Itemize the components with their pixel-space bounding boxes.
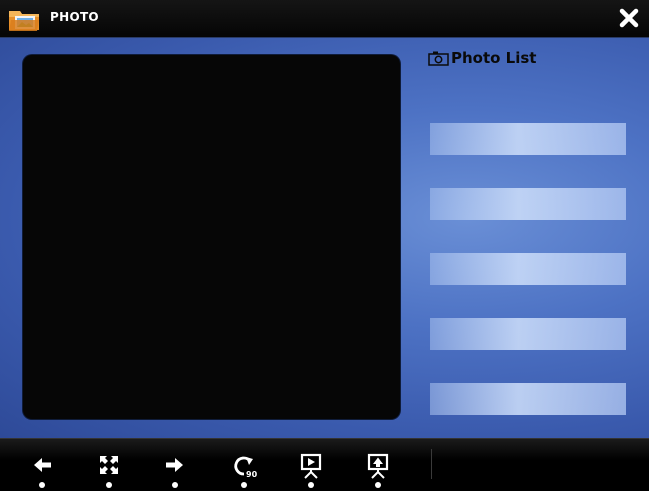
photo-list-slot[interactable] (430, 123, 626, 155)
window-title: PHOTO (50, 10, 99, 24)
main-area: Photo List (0, 38, 649, 438)
arrow-left-icon (34, 458, 51, 472)
set-background-button[interactable] (363, 451, 393, 489)
indicator-dot (106, 482, 112, 488)
photo-list-slot[interactable] (430, 188, 626, 220)
photo-list-title: Photo List (451, 49, 537, 67)
photo-app-window: PHOTO Photo List 90 (0, 0, 649, 491)
slideshow-button[interactable] (296, 451, 326, 489)
indicator-dot (375, 482, 381, 488)
indicator-dot (241, 482, 247, 488)
photo-list-slot[interactable] (430, 383, 626, 415)
rotate-90-icon: 90 (234, 456, 258, 479)
rotate-button[interactable]: 90 (229, 451, 259, 489)
toolbar-divider (431, 449, 432, 479)
previous-button[interactable] (27, 451, 57, 489)
indicator-dot (39, 482, 45, 488)
close-button[interactable] (617, 6, 641, 30)
photo-list-slot[interactable] (430, 318, 626, 350)
photo-folder-icon (8, 7, 42, 32)
bottom-toolbar: 90 (0, 438, 649, 491)
fullscreen-icon (100, 456, 118, 474)
camera-icon (428, 51, 449, 66)
set-wallpaper-icon (367, 453, 389, 479)
indicator-dot (308, 482, 314, 488)
arrow-right-icon (166, 458, 183, 472)
slideshow-icon (300, 453, 322, 479)
indicator-dot (172, 482, 178, 488)
photo-viewer[interactable] (23, 55, 400, 419)
svg-text:90: 90 (246, 470, 258, 479)
fullscreen-button[interactable] (94, 451, 124, 489)
photo-list-slot[interactable] (430, 253, 626, 285)
title-bar: PHOTO (0, 0, 649, 38)
photo-list-header: Photo List (428, 49, 536, 67)
next-button[interactable] (160, 451, 190, 489)
close-icon (619, 8, 639, 28)
